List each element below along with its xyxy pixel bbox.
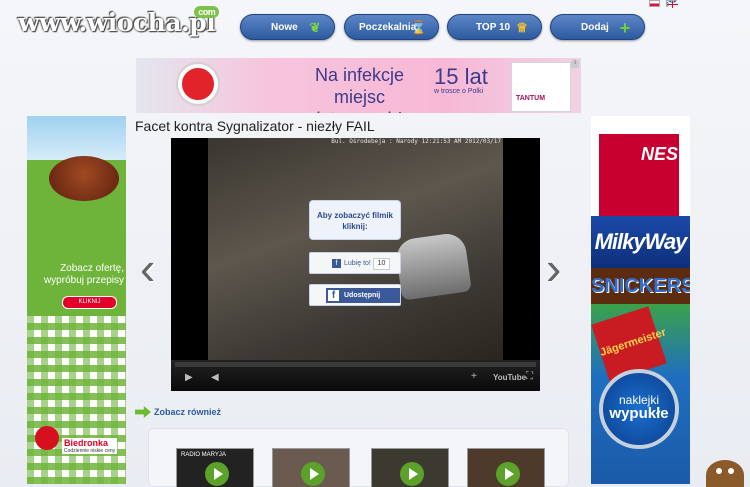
volume-icon[interactable]: ◀ — [211, 372, 219, 383]
ad-info-icon[interactable]: i — [571, 60, 579, 68]
related-thumbnail[interactable] — [272, 448, 350, 487]
related-thumbnail[interactable] — [467, 448, 545, 487]
video-overlay-message: Aby zobaczyć filmik kliknij: — [309, 200, 401, 240]
next-arrow-icon[interactable]: › — [546, 245, 561, 291]
related-videos-panel: RADIO MARYJA — [148, 428, 569, 487]
fullscreen-icon[interactable]: ⛶ — [526, 371, 533, 382]
see-also-label: Zobacz również — [154, 407, 222, 417]
logo-text: www.wiocha.pl — [18, 8, 216, 37]
see-also-header[interactable]: Zobacz również — [135, 406, 221, 418]
ad-text: Zobacz ofertę, wypróbuj przepisy — [43, 263, 124, 286]
like-count: 10 — [373, 258, 390, 270]
facebook-icon: f — [328, 290, 339, 301]
ad-badge: naklejki wypukłe — [599, 369, 679, 449]
prev-arrow-icon[interactable]: ‹ — [140, 245, 155, 291]
ad-red-circle — [178, 64, 218, 104]
site-logo[interactable]: www.wiocha.pl com — [18, 6, 220, 37]
ad-lower: Jägermeister naklejki wypukłe — [591, 304, 690, 484]
ad-snickers: SNICKERS — [591, 268, 690, 304]
ad-product-box: TANTUM — [511, 62, 571, 112]
ad-headline: Na infekcje miejsc intymnych! — [314, 65, 405, 113]
ad-milkyway: MilkyWay — [591, 216, 690, 268]
video-progress-bar[interactable] — [175, 362, 536, 367]
leaf-icon: ❦ — [309, 20, 321, 35]
like-label: Lubię to! — [344, 259, 371, 267]
ad-cta-button[interactable]: KLIKNIJ — [62, 296, 117, 309]
video-timestamp: Bul. Ośrodebeja : Narody 12:21:53 AM 201… — [331, 138, 501, 145]
play-icon[interactable]: ▶ — [185, 372, 193, 383]
ladybug-icon — [35, 426, 59, 450]
nav-button-dodaj[interactable]: Dodaj + — [550, 14, 645, 40]
ad-brand: Biedronka Codziennie niskie ceny — [62, 438, 118, 454]
trophy-icon: ♕ — [516, 20, 528, 35]
ad-tablecloth — [27, 316, 126, 484]
plus-icon: + — [619, 17, 631, 38]
right-skyscraper-ad[interactable]: NES MilkyWay SNICKERS Jägermeister nakle… — [591, 116, 690, 484]
mascot-icon — [706, 460, 744, 487]
hourglass-icon: ⌛ — [410, 20, 428, 35]
share-label: Udostępnij — [344, 292, 381, 299]
nav-button-poczekalnia[interactable]: Poczekalnia ⌛ — [344, 14, 439, 40]
play-icon — [400, 462, 424, 486]
logo-badge: com — [194, 6, 220, 18]
nav-label: Nowe — [271, 21, 298, 33]
ad-grill-image — [49, 156, 119, 201]
pl-flag-icon[interactable] — [649, 0, 660, 7]
post-title: Facet kontra Sygnalizator - niezły FAIL — [135, 118, 375, 134]
top-banner-ad[interactable]: Na infekcje miejsc intymnych! 15 lat w t… — [136, 58, 581, 113]
youtube-logo[interactable]: YouTube — [493, 373, 526, 382]
facebook-share-widget: f Udostępnij — [309, 284, 401, 306]
nav-label: TOP 10 — [476, 21, 511, 33]
share-button[interactable]: f Udostępnij — [326, 288, 400, 303]
play-icon — [496, 462, 520, 486]
nav-label: Poczekalnia — [359, 21, 417, 33]
ad-coffee: NES — [599, 134, 679, 216]
add-icon[interactable]: + — [471, 371, 477, 382]
video-controls: ▶ ◀ + YouTube ⛶ — [171, 360, 540, 391]
nav-button-nowe[interactable]: Nowe ❦ — [240, 14, 335, 40]
video-car — [394, 231, 472, 301]
left-skyscraper-ad[interactable]: Zobacz ofertę, wypróbuj przepisy KLIKNIJ… — [27, 116, 126, 484]
green-arrow-icon — [135, 406, 151, 418]
facebook-icon: f — [332, 259, 341, 268]
nav-button-top10[interactable]: TOP 10 ♕ — [447, 14, 542, 40]
play-icon — [301, 462, 325, 486]
play-icon — [205, 462, 229, 486]
video-frame: Bul. Ośrodebeja : Narody 12:21:53 AM 201… — [208, 138, 503, 360]
related-thumbnail[interactable] — [371, 448, 449, 487]
en-flag-icon[interactable] — [666, 0, 678, 8]
related-thumbnail[interactable]: RADIO MARYJA — [176, 448, 254, 487]
ad-sky — [27, 116, 126, 160]
facebook-like-widget[interactable]: f Lubię to! 10 — [309, 252, 401, 274]
nav-label: Dodaj — [581, 21, 609, 33]
ad-years: 15 lat w trosce o Polki — [434, 64, 488, 95]
